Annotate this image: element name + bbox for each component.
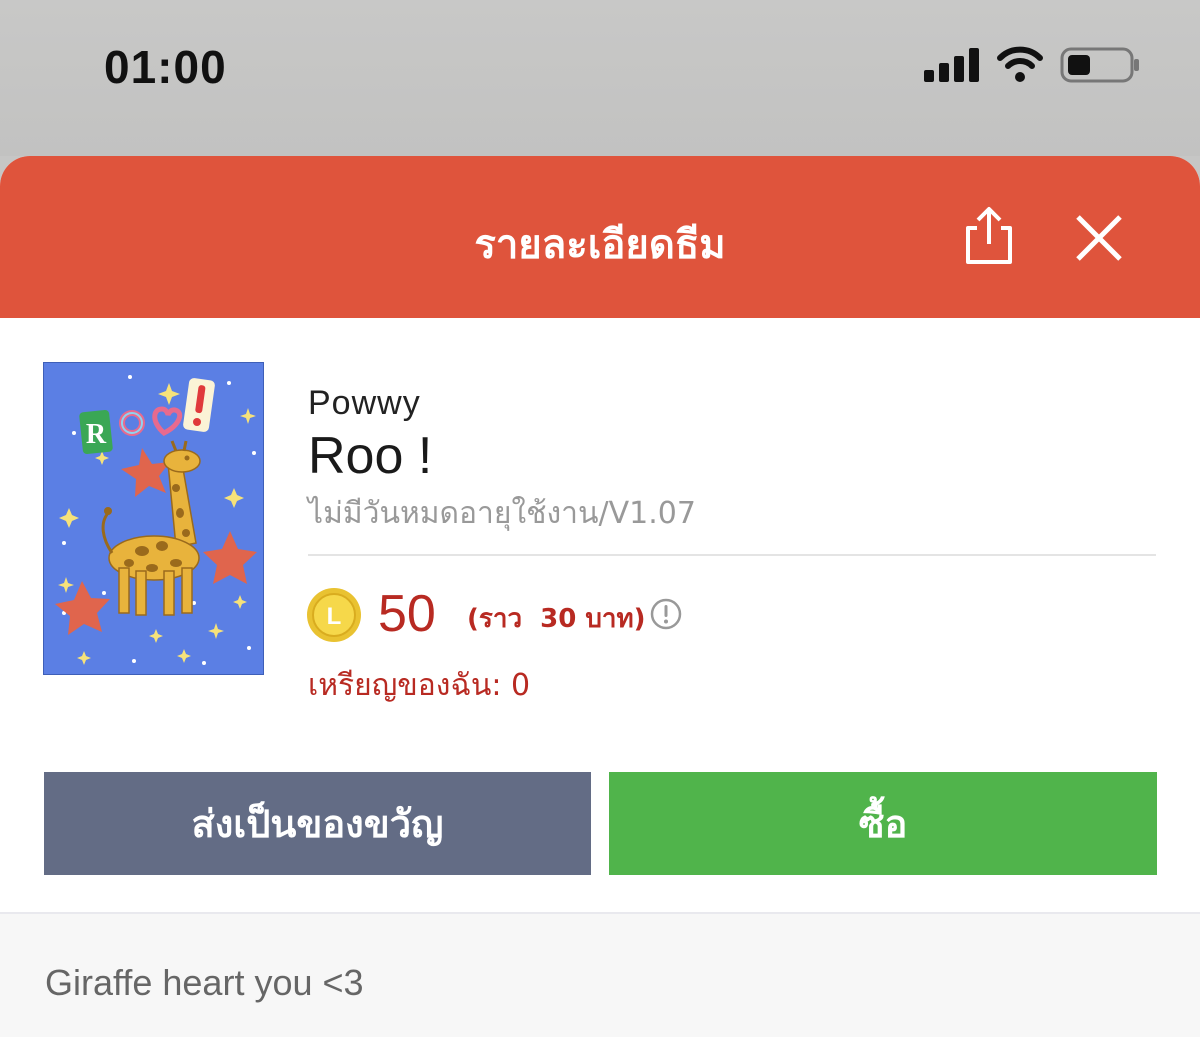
cellular-signal-icon [924,48,979,82]
theme-description: Giraffe heart you <3 [45,962,364,1003]
description-section: Giraffe heart you <3 [0,914,1200,1037]
my-coins-balance: เหรียญของฉัน: 0 [308,668,531,703]
divider [308,554,1156,556]
coin-price: 50 [378,585,436,643]
wifi-icon [997,46,1043,82]
giraffe-illustration: R [44,363,263,674]
header-bar: รายละเอียดธีม [0,156,1200,318]
coin-label: L [327,603,342,630]
theme-name: Roo ! [308,427,433,485]
thumbnail-letter-r: R [86,419,107,450]
page-title: รายละเอียดธีม [474,222,726,268]
status-time: 01:00 [104,41,227,93]
share-icon[interactable] [960,206,1018,266]
theme-author[interactable]: Powwy [308,384,421,423]
status-bar: 01:00 [0,0,1200,156]
buy-button[interactable]: ซื้อ [609,772,1157,875]
price-approx-baht: (ราว 30 บาท) [467,604,646,634]
send-as-gift-button[interactable]: ส่งเป็นของขวัญ [44,772,591,875]
theme-thumbnail[interactable]: R [43,362,264,675]
theme-validity-version: ไม่มีวันหมดอายุใช้งาน/V1.07 [308,496,696,531]
theme-detail-sheet: รายละเอียดธีม R Powwy Roo ! ไม่มีวันหมดอ… [0,156,1200,1037]
battery-icon [1060,47,1139,83]
info-icon[interactable] [650,598,682,630]
close-icon[interactable] [1072,214,1126,262]
line-coin-icon: L [307,588,361,642]
